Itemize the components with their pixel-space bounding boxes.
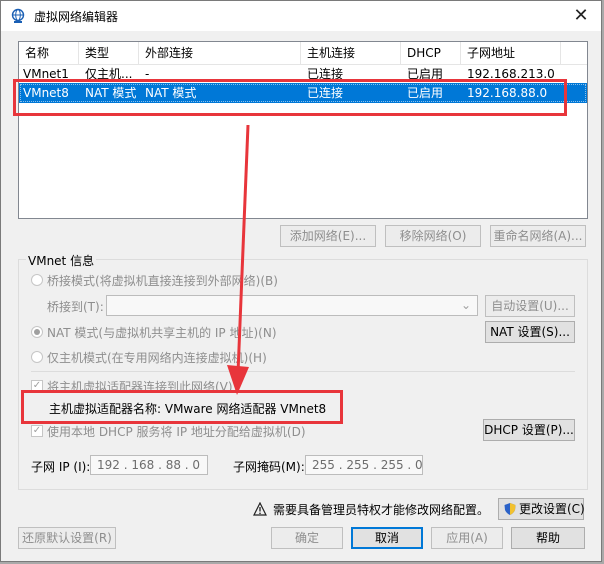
host-only-radio[interactable] [31, 351, 43, 363]
cell-external: NAT 模式 [145, 86, 197, 100]
cell-type: 仅主机... [85, 67, 133, 81]
ok-button[interactable]: 确定 [271, 527, 343, 549]
restore-defaults-button[interactable]: 还原默认设置(R) [18, 527, 116, 549]
admin-notice-text: 需要具备管理员特权才能修改网络配置。 [273, 503, 490, 517]
warning-icon [253, 502, 267, 516]
table-row-selected[interactable]: VMnet8 NAT 模式 NAT 模式 已连接 已启用 192.168.88.… [19, 83, 587, 103]
column-header-host[interactable]: 主机连接 [301, 42, 401, 64]
column-header-type[interactable]: 类型 [79, 42, 139, 64]
nat-mode-radio[interactable] [31, 326, 43, 338]
bridge-to-select[interactable]: ⌄ [106, 295, 478, 316]
list-header: 名称 类型 外部连接 主机连接 DHCP 子网地址 [19, 42, 587, 65]
help-button[interactable]: 帮助 [511, 527, 585, 549]
cell-name: VMnet8 [23, 86, 69, 100]
remove-network-button[interactable]: 移除网络(O) [385, 225, 481, 247]
subnet-ip-input[interactable]: 192 . 168 . 88 . 0 [90, 455, 208, 475]
connect-adapter-label: 将主机虚拟适配器连接到此网络(V) [47, 380, 233, 394]
subnet-mask-input[interactable]: 255 . 255 . 255 . 0 [305, 455, 423, 475]
add-network-button[interactable]: 添加网络(E)... [280, 225, 376, 247]
adapter-name-text: 主机虚拟适配器名称: VMware 网络适配器 VMnet8 [49, 402, 327, 416]
cancel-button[interactable]: 取消 [351, 527, 423, 549]
shield-icon [504, 503, 516, 515]
cell-type: NAT 模式 [85, 86, 137, 100]
close-icon[interactable]: ✕ [571, 6, 591, 26]
use-dhcp-label: 使用本地 DHCP 服务将 IP 地址分配给虚拟机(D) [47, 425, 306, 439]
bridge-to-label: 桥接到(T): [47, 300, 104, 314]
network-list[interactable]: 名称 类型 外部连接 主机连接 DHCP 子网地址 VMnet1 仅主机... … [18, 41, 588, 219]
bridge-mode-radio[interactable] [31, 274, 43, 286]
cell-name: VMnet1 [23, 67, 69, 81]
cell-subnet: 192.168.88.0 [467, 86, 548, 100]
virtual-network-editor-dialog: 虚拟网络编辑器 ✕ 名称 类型 外部连接 主机连接 DHCP 子网地址 VMne… [0, 0, 602, 562]
subnet-mask-label: 子网掩码(M): [233, 460, 305, 474]
column-header-name[interactable]: 名称 [19, 42, 79, 64]
rename-network-button[interactable]: 重命名网络(A)... [490, 225, 586, 247]
window-title: 虚拟网络编辑器 [34, 9, 119, 24]
change-settings-label: 更改设置(C) [519, 502, 585, 516]
table-row[interactable]: VMnet1 仅主机... - 已连接 已启用 192.168.213.0 [19, 66, 587, 82]
cell-dhcp: 已启用 [407, 86, 444, 100]
nat-settings-button[interactable]: NAT 设置(S)... [485, 321, 575, 343]
column-header-subnet[interactable]: 子网地址 [461, 42, 561, 64]
cell-host: 已连接 [307, 67, 344, 81]
column-header-external[interactable]: 外部连接 [139, 42, 301, 64]
cell-subnet: 192.168.213.0 [467, 67, 555, 81]
dhcp-settings-button[interactable]: DHCP 设置(P)... [483, 419, 575, 441]
cell-host: 已连接 [307, 86, 344, 100]
title-bar: 虚拟网络编辑器 ✕ [1, 1, 601, 31]
network-globe-icon [11, 8, 25, 23]
chevron-down-icon: ⌄ [460, 298, 471, 312]
cell-external: - [145, 67, 150, 81]
connect-adapter-checkbox[interactable]: ✓ [31, 380, 43, 392]
group-title: VMnet 信息 [26, 252, 97, 269]
subnet-ip-label: 子网 IP (I): [31, 460, 91, 474]
column-header-dhcp[interactable]: DHCP [401, 42, 461, 64]
divider [31, 371, 575, 372]
annotation-arrow [227, 124, 250, 395]
use-dhcp-checkbox[interactable]: ✓ [31, 425, 43, 437]
apply-button[interactable]: 应用(A) [431, 527, 503, 549]
auto-settings-button[interactable]: 自动设置(U)... [485, 295, 575, 317]
cell-dhcp: 已启用 [407, 67, 444, 81]
change-settings-button[interactable]: 更改设置(C) [498, 498, 585, 520]
